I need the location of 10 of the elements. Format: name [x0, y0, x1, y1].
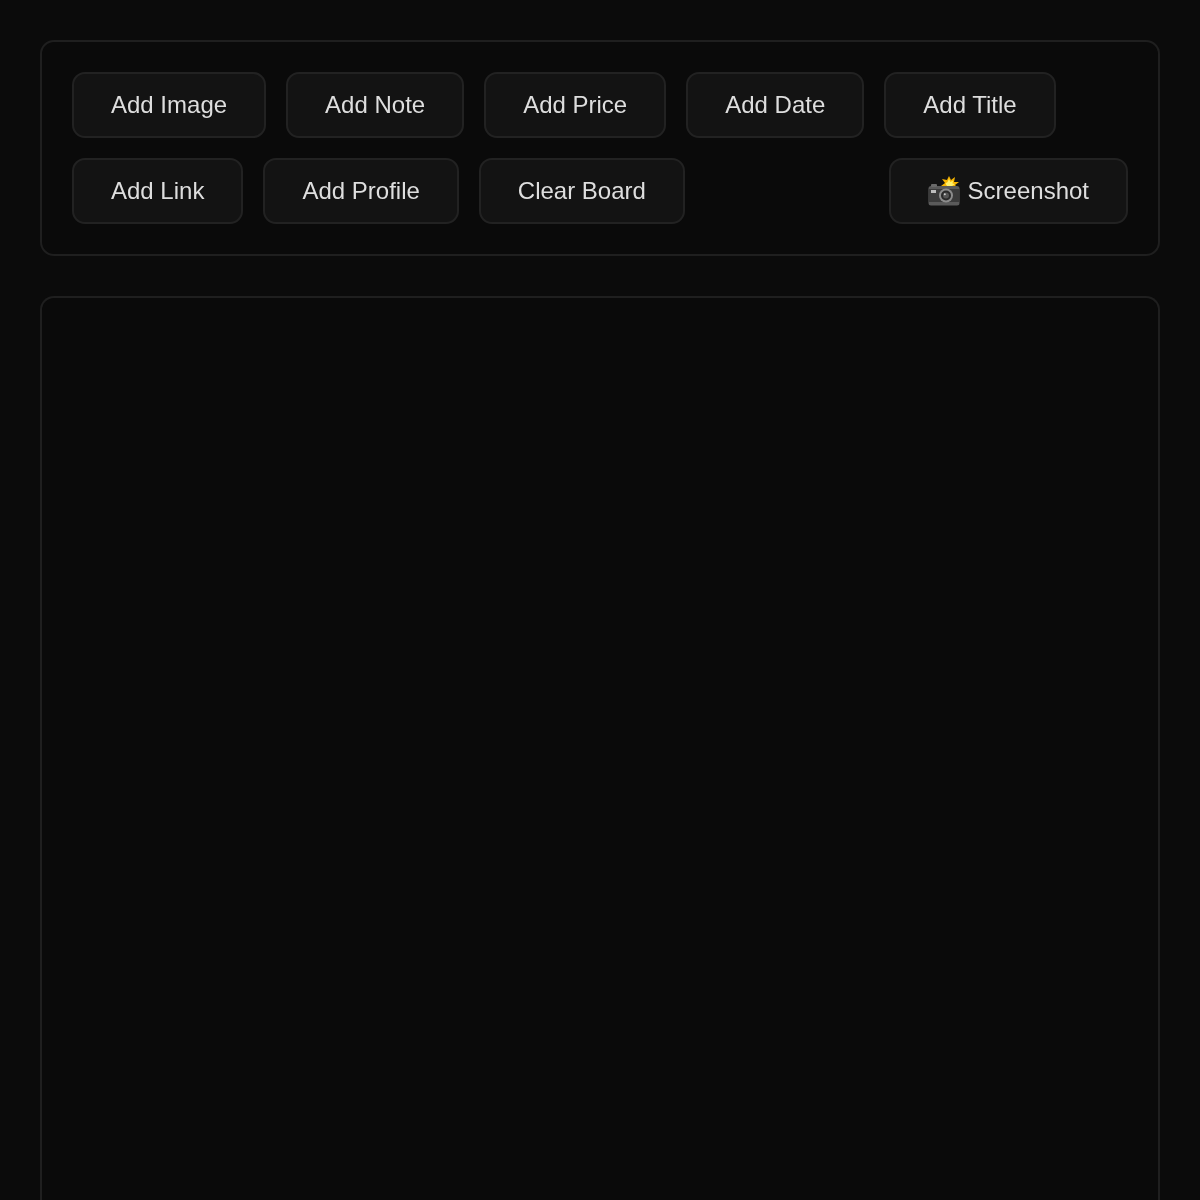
- camera-flash-icon: [927, 176, 960, 206]
- toolbar-button[interactable]: Clear Board: [478, 158, 685, 224]
- screenshot-button[interactable]: Screenshot: [888, 158, 1128, 224]
- toolbar-button[interactable]: Add Title: [884, 72, 1056, 138]
- toolbar-button[interactable]: Add Link: [72, 158, 244, 224]
- toolbar-button[interactable]: Add Image: [72, 72, 267, 138]
- toolbar-button[interactable]: Add Profile: [263, 158, 459, 224]
- toolbar-button[interactable]: Add Note: [286, 72, 465, 138]
- toolbar-button[interactable]: Add Price: [484, 72, 667, 138]
- toolbar-button[interactable]: Add Date: [686, 72, 865, 138]
